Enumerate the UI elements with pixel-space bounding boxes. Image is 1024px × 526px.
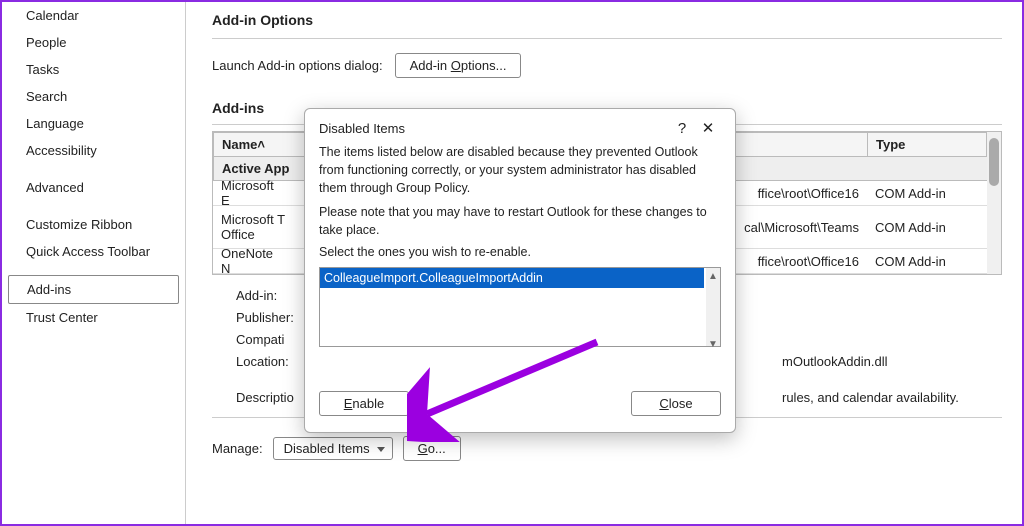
disabled-items-listbox[interactable]: ColleagueImport.ColleagueImportAddin ▲ ▼ [319,267,721,347]
manage-label: Manage: [212,441,263,456]
close-icon[interactable]: ✕ [695,119,721,137]
disabled-items-dialog: Disabled Items ? ✕ The items listed belo… [304,108,736,433]
sidebar-item-language[interactable]: Language [2,110,185,137]
sidebar-item-calendar[interactable]: Calendar [2,2,185,29]
dialog-text-2: Please note that you may have to restart… [319,203,721,239]
scrollbar-thumb[interactable] [989,138,999,186]
sidebar-item-trust-center[interactable]: Trust Center [2,304,185,331]
options-sidebar: Calendar People Tasks Search Language Ac… [2,2,186,524]
dialog-text-1: The items listed below are disabled beca… [319,143,721,197]
sidebar-item-customize-ribbon[interactable]: Customize Ribbon [2,211,185,238]
close-button[interactable]: Close [631,391,721,416]
manage-select[interactable]: Disabled Items [273,437,393,460]
detail-description-value: rules, and calendar availability. [782,387,959,409]
table-header-type[interactable]: Type [867,132,987,157]
sidebar-item-accessibility[interactable]: Accessibility [2,137,185,164]
sidebar-item-search[interactable]: Search [2,83,185,110]
sidebar-item-tasks[interactable]: Tasks [2,56,185,83]
cell-type: COM Add-in [867,206,987,248]
listbox-scrollbar[interactable]: ▲ ▼ [706,268,720,346]
cell-type: COM Add-in [867,181,987,205]
help-button[interactable]: ? [669,120,695,137]
enable-button[interactable]: Enable [319,391,409,416]
table-scrollbar[interactable] [987,132,1001,274]
dialog-text-3: Select the ones you wish to re-enable. [319,243,721,261]
sidebar-item-addins[interactable]: Add-ins [8,275,179,304]
sidebar-item-qat[interactable]: Quick Access Toolbar [2,238,185,265]
section-title-addin-options: Add-in Options [212,6,1002,39]
scroll-down-icon[interactable]: ▼ [708,336,718,346]
sidebar-item-advanced[interactable]: Advanced [2,174,185,201]
cell-name: Microsoft E [213,181,293,205]
cell-name: OneNote N [213,249,293,273]
scroll-up-icon[interactable]: ▲ [708,268,718,278]
go-button[interactable]: Go... [403,436,461,461]
cell-name: Microsoft T Office [213,206,293,248]
launch-label: Launch Add-in options dialog: [212,58,383,73]
cell-type: COM Add-in [867,249,987,273]
sidebar-item-people[interactable]: People [2,29,185,56]
detail-location-value: mOutlookAddin.dll [782,351,888,373]
dialog-title: Disabled Items [319,121,669,136]
list-item-selected[interactable]: ColleagueImport.ColleagueImportAddin [320,268,704,288]
addin-options-button[interactable]: Add-in Options... [395,53,522,78]
